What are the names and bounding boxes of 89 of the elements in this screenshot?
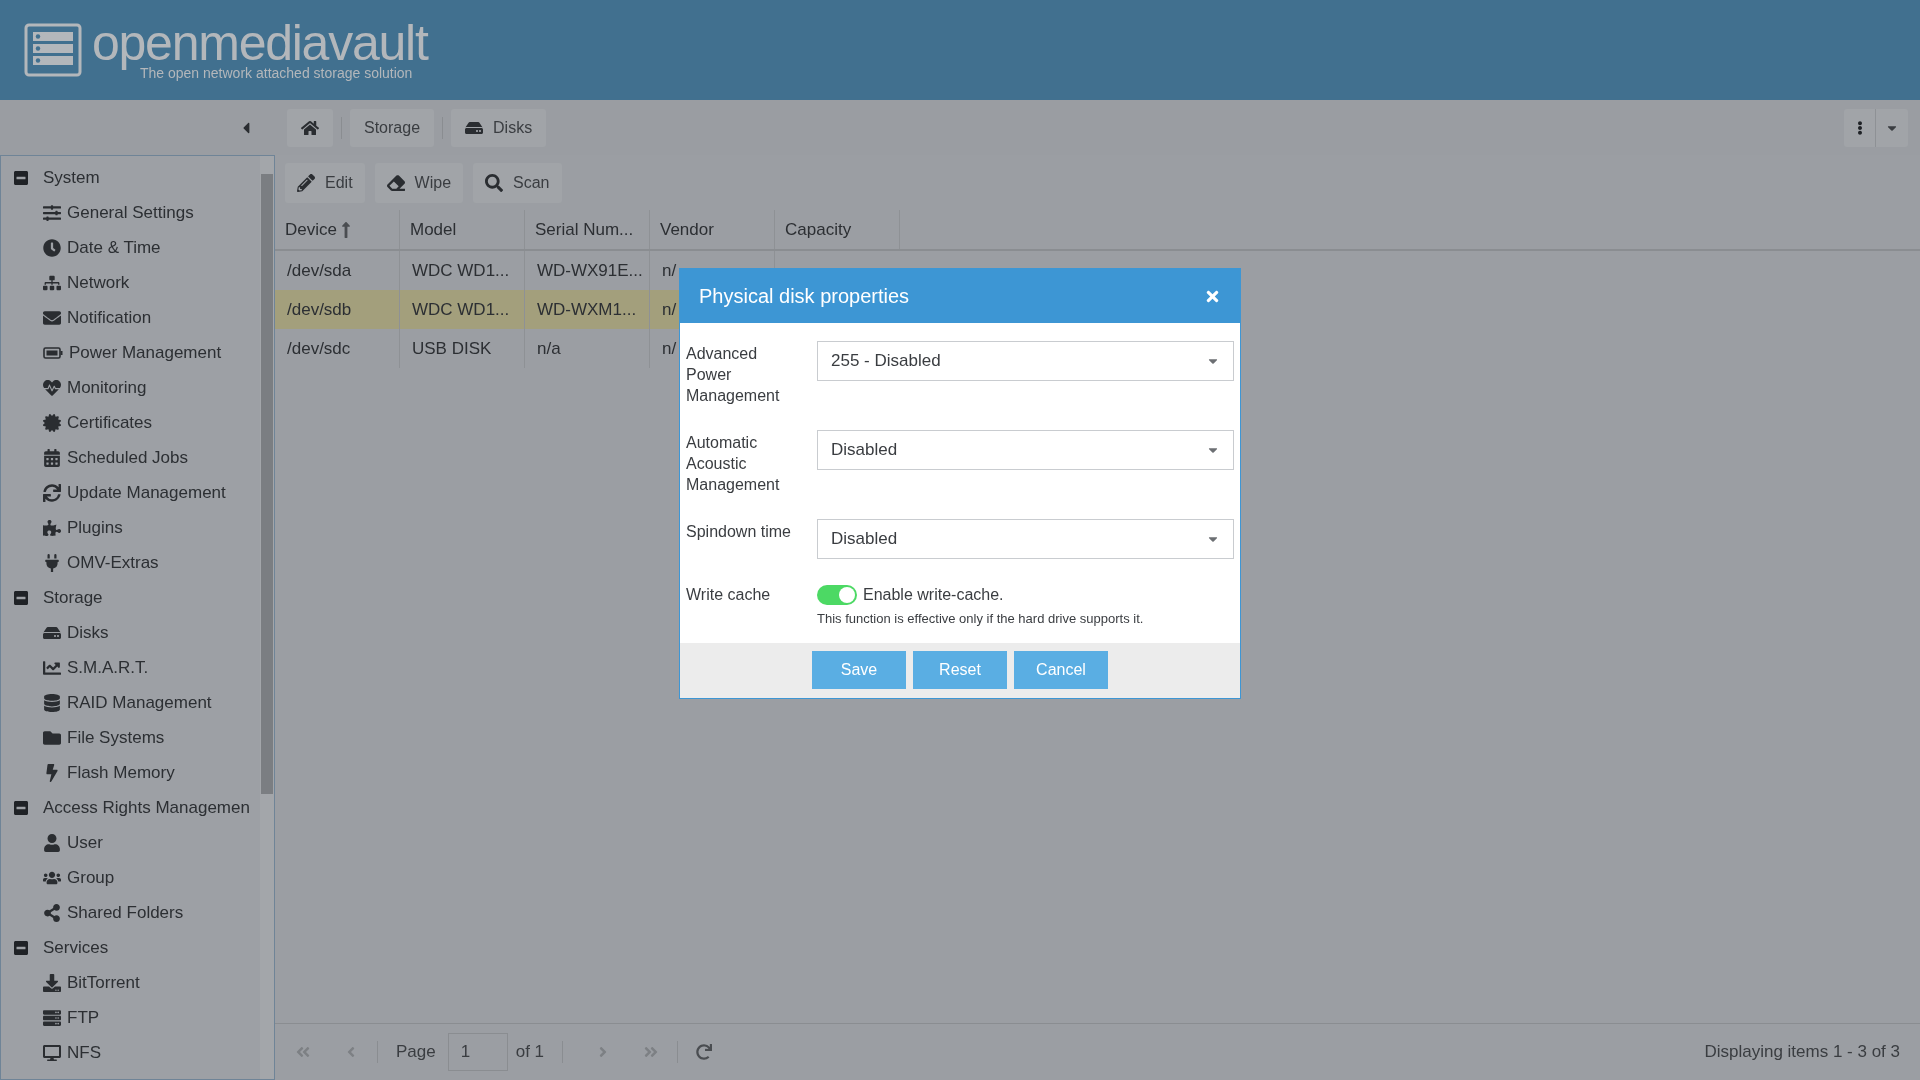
toggle-label: Enable write-cache. bbox=[863, 585, 1004, 605]
sidebar-item[interactable]: Disks bbox=[1, 615, 260, 650]
refresh-icon[interactable] bbox=[696, 1044, 713, 1060]
search-icon bbox=[485, 173, 504, 192]
certificate-icon bbox=[43, 413, 61, 432]
table-cell: /dev/sdb bbox=[275, 290, 400, 329]
table-cell: n/a bbox=[525, 329, 650, 368]
monitor-icon bbox=[43, 1043, 61, 1062]
field-label: Spindown time bbox=[686, 522, 792, 542]
table-cell: WD-WXM1... bbox=[525, 290, 650, 329]
sidebar-group[interactable]: System bbox=[1, 160, 260, 195]
breadcrumb-item[interactable]: Storage bbox=[350, 108, 435, 147]
sidebar-item[interactable]: General Settings bbox=[1, 195, 260, 230]
column-header[interactable]: Capacity bbox=[775, 210, 900, 249]
sidebar-item[interactable]: User bbox=[1, 825, 260, 860]
sidebar-item[interactable]: Plugins bbox=[1, 510, 260, 545]
breadcrumb-item[interactable] bbox=[287, 108, 333, 147]
scrollbar[interactable] bbox=[260, 156, 274, 1079]
page-count: of 1 bbox=[515, 1041, 545, 1064]
sidebar-item[interactable]: Scheduled Jobs bbox=[1, 440, 260, 475]
sidebar-item[interactable]: Network bbox=[1, 265, 260, 300]
table-cell: /dev/sdc bbox=[275, 329, 400, 368]
sort-arrow-icon bbox=[340, 220, 351, 239]
sidebar-item[interactable]: Monitoring bbox=[1, 370, 260, 405]
select-field[interactable]: 255 - Disabled bbox=[817, 341, 1234, 381]
sidebar-item[interactable]: Notification bbox=[1, 300, 260, 335]
sidebar-item[interactable]: Certificates bbox=[1, 405, 260, 440]
last-page-icon[interactable] bbox=[643, 1044, 660, 1060]
sidebar-group[interactable]: Storage bbox=[1, 580, 260, 615]
puzzle-icon bbox=[43, 518, 61, 537]
sidebar-item[interactable]: Group bbox=[1, 860, 260, 895]
sync-icon bbox=[43, 483, 61, 502]
folder-icon bbox=[43, 728, 61, 747]
select-field[interactable]: Disabled bbox=[817, 519, 1234, 559]
collapse-icon bbox=[13, 799, 29, 816]
heartbeat-icon bbox=[43, 378, 61, 397]
database-icon bbox=[43, 693, 61, 712]
sidebar-item[interactable]: Power Management bbox=[1, 335, 260, 370]
network-icon bbox=[43, 273, 61, 292]
sidebar-item[interactable]: FTP bbox=[1, 1000, 260, 1035]
home-icon bbox=[301, 118, 319, 137]
sidebar-group[interactable]: Access Rights Managemen bbox=[1, 790, 260, 825]
first-page-icon[interactable] bbox=[295, 1044, 311, 1060]
table-cell: WDC WD1... bbox=[400, 290, 525, 329]
sidebar-item[interactable]: File Systems bbox=[1, 720, 260, 755]
sidebar-item[interactable]: NFS bbox=[1, 1035, 260, 1070]
toggle-switch[interactable] bbox=[817, 585, 857, 605]
field-hint: This function is effective only if the hard drive supports it. bbox=[817, 610, 1144, 628]
toolbar-button[interactable]: Edit bbox=[285, 162, 365, 203]
envelope-icon bbox=[43, 308, 61, 327]
page-number-field[interactable]: 1 bbox=[447, 1033, 508, 1071]
column-header[interactable]: Vendor bbox=[650, 210, 775, 249]
collapse-icon bbox=[13, 169, 29, 186]
server-icon bbox=[43, 1008, 61, 1027]
share-icon bbox=[43, 903, 61, 922]
toolbar-button[interactable]: Wipe bbox=[374, 162, 464, 203]
column-header[interactable]: Device bbox=[275, 210, 400, 249]
battery-icon bbox=[43, 346, 63, 359]
column-header[interactable]: Serial Num... bbox=[525, 210, 650, 249]
sidebar-item[interactable]: S.M.A.R.T. bbox=[1, 650, 260, 685]
pencil-icon bbox=[297, 173, 315, 192]
sidebar-item[interactable]: Shared Folders bbox=[1, 895, 260, 930]
sidebar-item[interactable]: BitTorrent bbox=[1, 965, 260, 1000]
plug-icon bbox=[43, 553, 61, 572]
select-field[interactable]: Disabled bbox=[817, 430, 1234, 470]
column-header[interactable]: Model bbox=[400, 210, 525, 249]
download-icon bbox=[43, 973, 61, 992]
lightning-icon bbox=[43, 763, 61, 782]
sidebar-item[interactable]: Flash Memory bbox=[1, 755, 260, 790]
items-count: Displaying items 1 - 3 of 3 bbox=[1704, 1041, 1900, 1064]
sidebar-item[interactable]: OMV-Extras bbox=[1, 545, 260, 580]
sidebar-group[interactable]: Services bbox=[1, 930, 260, 965]
table-cell: USB DISK bbox=[400, 329, 525, 368]
sidebar-item[interactable]: Update Management bbox=[1, 475, 260, 510]
field-label: Automatic Acoustic Management bbox=[686, 433, 781, 495]
page-label: Page bbox=[396, 1041, 436, 1064]
field-label: Write cache bbox=[686, 585, 772, 605]
eraser-icon bbox=[386, 173, 405, 192]
toolbar-button[interactable]: Scan bbox=[473, 162, 562, 203]
sidebar-item[interactable]: RAID Management bbox=[1, 685, 260, 720]
collapse-icon bbox=[13, 589, 29, 606]
sliders-icon bbox=[43, 203, 61, 222]
collapse-icon bbox=[13, 939, 29, 956]
server-logo-icon bbox=[24, 23, 82, 77]
sidebar-item[interactable]: Date & Time bbox=[1, 230, 260, 265]
breadcrumb-item[interactable]: Disks bbox=[451, 108, 547, 147]
clock-icon bbox=[43, 238, 61, 257]
user-icon bbox=[43, 833, 61, 852]
calendar-icon bbox=[43, 448, 61, 467]
